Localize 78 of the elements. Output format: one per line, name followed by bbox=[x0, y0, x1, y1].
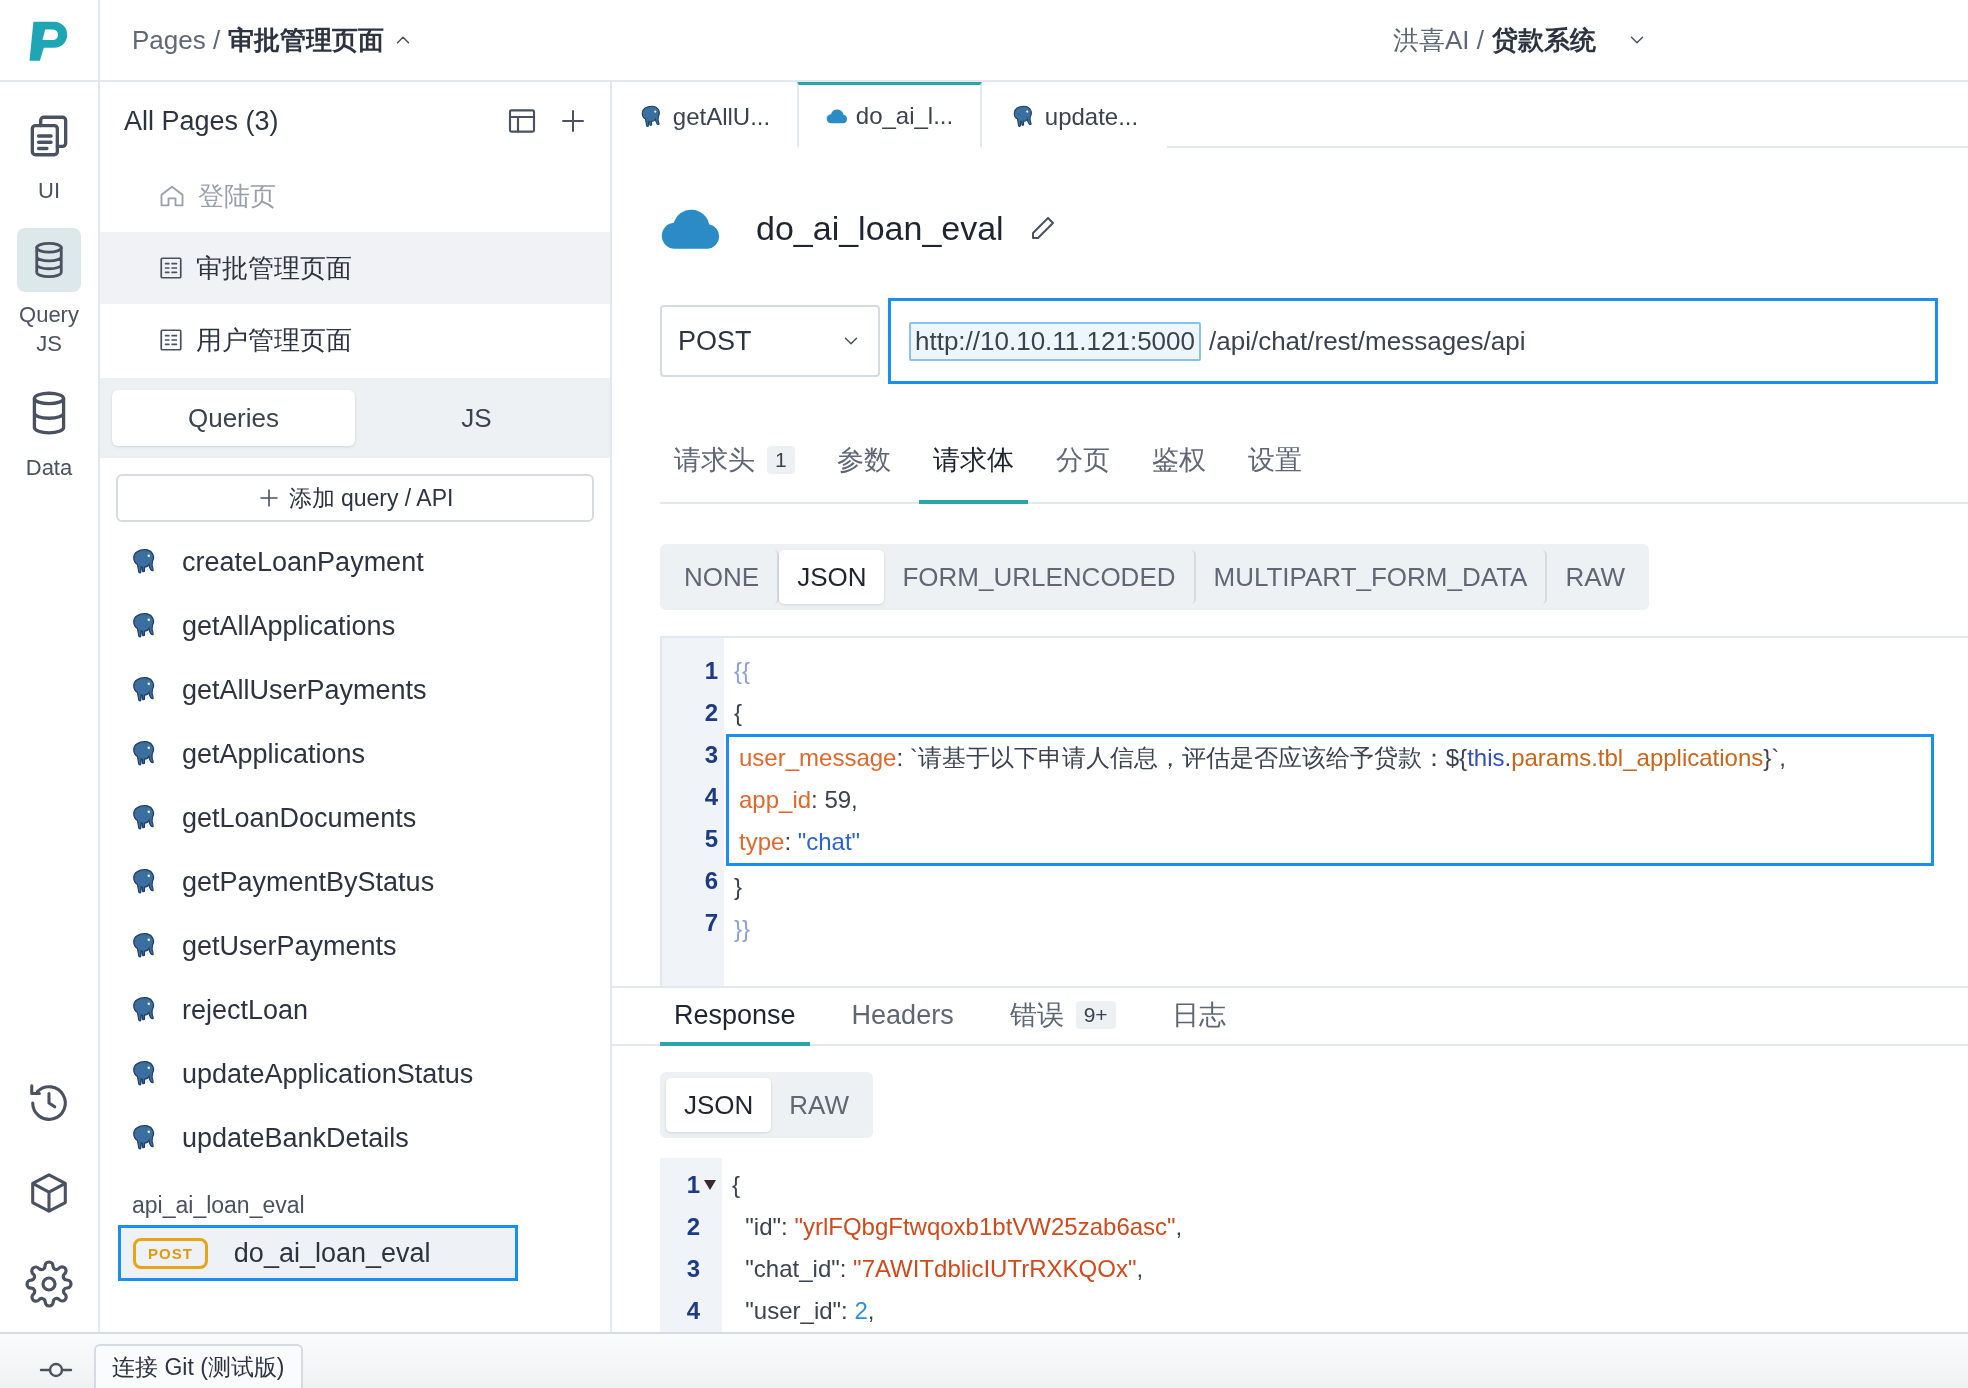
code-line: } bbox=[733, 872, 743, 902]
request-tab[interactable]: 分页 bbox=[1041, 420, 1124, 504]
line-number: 7 bbox=[703, 908, 719, 938]
code-line: { bbox=[733, 698, 743, 728]
query-item[interactable]: createLoanPayment bbox=[120, 530, 610, 594]
rail-label[interactable]: UI bbox=[14, 176, 84, 206]
code-line: "chat_id": "7AWITdblicIUTrRXKQOx", bbox=[744, 1254, 1145, 1284]
response-tab[interactable]: 错误 9+ bbox=[995, 988, 1130, 1046]
add-query-button[interactable]: 添加 query / API bbox=[116, 474, 594, 522]
api-item[interactable]: POST do_ai_loan_eval bbox=[118, 1225, 518, 1281]
url-field[interactable]: http://10.10.11.121:5000 /api/chat/rest/messages/api bbox=[888, 298, 1938, 384]
fold-icon[interactable] bbox=[704, 1180, 716, 1190]
code-line: { bbox=[731, 1170, 741, 1200]
line-number: 1 bbox=[703, 656, 719, 686]
app-name[interactable]: 贷款系统 bbox=[1492, 22, 1596, 58]
code-line: app_id: 59, bbox=[738, 785, 859, 815]
query-item[interactable]: updateBankDetails bbox=[120, 1106, 610, 1170]
page-item[interactable]: 用户管理页面 bbox=[100, 304, 610, 376]
query-item[interactable]: getUserPayments bbox=[120, 914, 610, 978]
breadcrumb-root[interactable]: Pages / bbox=[132, 24, 221, 56]
cloud-icon bbox=[825, 107, 848, 124]
line-number: 3 bbox=[703, 740, 719, 770]
response-tab[interactable]: Response bbox=[660, 988, 810, 1046]
count-badge: 9+ bbox=[1075, 1001, 1116, 1029]
line-number: 3 bbox=[685, 1254, 701, 1284]
line-number: 4 bbox=[685, 1296, 701, 1326]
method-dropdown[interactable]: POST bbox=[660, 305, 880, 377]
page-item[interactable]: 审批管理页面 bbox=[100, 232, 610, 304]
connect-git-button[interactable]: 连接 Git (测试版) bbox=[94, 1344, 303, 1388]
query-item[interactable]: getApplications bbox=[120, 722, 610, 786]
code-line: {{ bbox=[733, 656, 752, 686]
query-item[interactable]: getLoanDocuments bbox=[120, 786, 610, 850]
code-line: user_message: `请基于以下申请人信息，评估是否应该给予贷款：${this.params.tbl_applications}`, bbox=[738, 743, 1787, 773]
sidebar-tab[interactable]: Queries bbox=[112, 390, 355, 446]
query-name: do_ai_loan_eval bbox=[756, 208, 1004, 248]
sidebar-tab[interactable]: JS bbox=[355, 390, 598, 446]
cloud-icon bbox=[660, 207, 722, 249]
rail-label[interactable]: Query JS bbox=[14, 299, 84, 360]
line-number: 2 bbox=[685, 1212, 701, 1242]
rail-icon-background[interactable] bbox=[17, 227, 81, 292]
request-tab[interactable]: 请求头 1 bbox=[660, 420, 809, 504]
group-title: api_ai_loan_eval bbox=[131, 1191, 306, 1220]
rail-label[interactable]: Data bbox=[14, 453, 84, 483]
request-tab[interactable]: 请求体 bbox=[918, 420, 1028, 504]
page-icon bbox=[158, 327, 184, 353]
body-type-option[interactable]: MULTIPART_FORM_DATA bbox=[1195, 550, 1548, 604]
query-item[interactable]: getPaymentByStatus bbox=[120, 850, 610, 914]
code-line: "id": "yrlFQbgFtwqoxb1btVW25zab6asc", bbox=[744, 1212, 1184, 1242]
breadcrumb-page[interactable]: 审批管理页面 bbox=[228, 22, 385, 58]
line-number: 6 bbox=[703, 866, 719, 896]
query-item[interactable]: getAllApplications bbox=[120, 594, 610, 658]
request-tab[interactable]: 参数 bbox=[822, 420, 905, 504]
count-badge: 1 bbox=[767, 446, 795, 474]
line-number: 1 bbox=[660, 1164, 722, 1206]
request-tab[interactable]: 设置 bbox=[1233, 420, 1316, 504]
line-number: 2 bbox=[703, 698, 719, 728]
pages-title: All Pages (3) bbox=[124, 105, 280, 137]
editor-tab[interactable]: do_ai_l... bbox=[797, 82, 982, 148]
settings-icon bbox=[25, 1260, 73, 1308]
body-type-option[interactable]: RAW bbox=[1547, 550, 1644, 604]
response-tab[interactable]: 日志 bbox=[1157, 988, 1240, 1046]
page-icon bbox=[158, 255, 184, 281]
request-tab[interactable]: 鉴权 bbox=[1137, 420, 1220, 504]
line-number: 5 bbox=[703, 824, 719, 854]
body-type-option[interactable]: FORM_URLENCODED bbox=[884, 550, 1196, 604]
query-item[interactable]: updateApplicationStatus bbox=[120, 1042, 610, 1106]
format-option[interactable]: RAW bbox=[771, 1078, 868, 1132]
code-line: }} bbox=[733, 914, 752, 944]
query-item[interactable]: rejectLoan bbox=[120, 978, 610, 1042]
format-option[interactable]: JSON bbox=[666, 1078, 772, 1132]
line-number: 4 bbox=[703, 782, 719, 812]
workspace-name[interactable]: 洪喜AI / bbox=[1393, 22, 1484, 58]
response-tab[interactable]: Headers bbox=[837, 988, 968, 1046]
code-line: "user_id": 2, bbox=[744, 1296, 876, 1326]
body-type-option[interactable]: JSON bbox=[779, 550, 885, 604]
code-line: type: "chat" bbox=[738, 827, 862, 857]
query-item[interactable]: getAllUserPayments bbox=[120, 658, 610, 722]
method-badge: POST bbox=[133, 1237, 208, 1269]
